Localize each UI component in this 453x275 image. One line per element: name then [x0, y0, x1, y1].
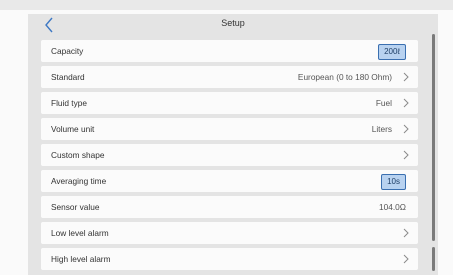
row-custom-shape[interactable]: Custom shape	[41, 144, 418, 166]
chevron-right-icon	[403, 228, 409, 238]
setup-panel: Setup Capacity 200ℓ Standard European (0…	[28, 14, 438, 275]
row-standard[interactable]: Standard European (0 to 180 Ohm)	[41, 66, 418, 88]
chevron-right-icon	[403, 72, 409, 82]
row-averaging-time[interactable]: Averaging time 10s	[41, 170, 418, 192]
capacity-value-badge[interactable]: 200ℓ	[378, 44, 406, 60]
row-label: Standard	[51, 72, 85, 82]
scrollbar-thumb[interactable]	[432, 34, 435, 241]
top-strip	[0, 0, 453, 10]
row-label: Fluid type	[51, 98, 87, 108]
row-label: Custom shape	[51, 150, 105, 160]
row-volume-unit[interactable]: Volume unit Liters	[41, 118, 418, 140]
scrollbar-track-end[interactable]	[432, 247, 435, 271]
row-fluid-type[interactable]: Fluid type Fuel	[41, 92, 418, 114]
chevron-right-icon	[403, 124, 409, 134]
row-capacity[interactable]: Capacity 200ℓ	[41, 40, 418, 62]
sensor-reading: 104.0Ω	[379, 202, 406, 212]
screen: Setup Capacity 200ℓ Standard European (0…	[0, 0, 453, 275]
row-low-level-alarm[interactable]: Low level alarm	[41, 222, 418, 244]
row-label: Low level alarm	[51, 228, 109, 238]
chevron-right-icon	[403, 254, 409, 264]
row-high-level-alarm[interactable]: High level alarm	[41, 248, 418, 270]
row-label: Capacity	[51, 46, 84, 56]
chevron-right-icon	[403, 150, 409, 160]
row-value: European (0 to 180 Ohm)	[297, 72, 392, 82]
row-label: High level alarm	[51, 254, 111, 264]
row-value: Liters	[371, 124, 392, 134]
settings-list: Capacity 200ℓ Standard European (0 to 18…	[41, 40, 453, 274]
averaging-time-value-badge[interactable]: 10s	[381, 174, 406, 190]
chevron-right-icon	[403, 98, 409, 108]
row-label: Volume unit	[51, 124, 95, 134]
row-value: Fuel	[375, 98, 392, 108]
header: Setup	[28, 14, 438, 36]
row-sensor-value: Sensor value 104.0Ω	[41, 196, 418, 218]
row-label: Sensor value	[51, 202, 100, 212]
row-label: Averaging time	[51, 176, 107, 186]
page-title: Setup	[221, 18, 245, 28]
